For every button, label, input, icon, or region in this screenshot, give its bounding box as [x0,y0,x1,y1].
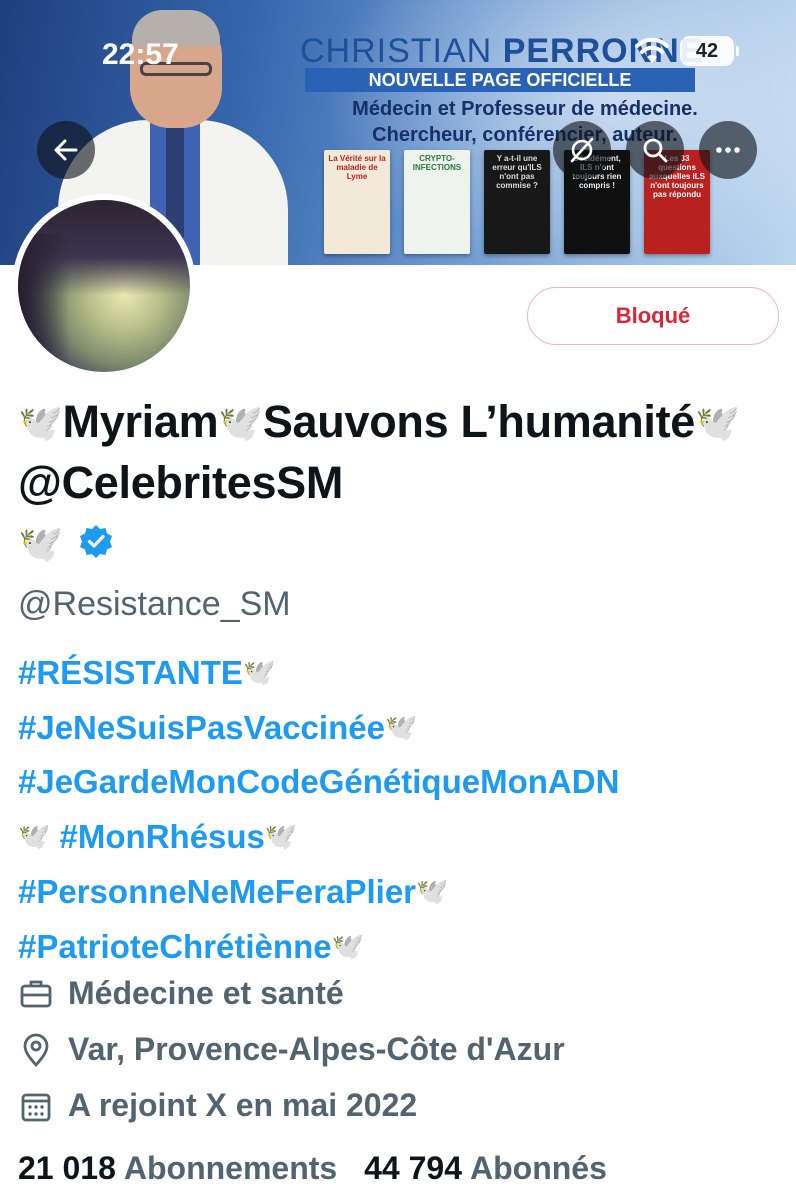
profile-location: Var, Provence-Alpes-Côte d'Azur [18,1031,565,1068]
book-cover: CRYPTO-INFECTIONS [404,150,470,254]
verified-badge-icon[interactable] [77,516,115,576]
avatar[interactable] [12,194,196,378]
user-handle: @Resistance_SM [18,585,291,623]
profile-joined-date: A rejoint X en mai 2022 [18,1087,417,1124]
dove-emoji: 🕊️ [331,931,364,961]
bio: #RÉSISTANTE🕊️ #JeNeSuisPasVaccinée🕊️ #Je… [18,645,788,974]
hashtag-link[interactable]: #JeGardeMonCodeGénétiqueMonADN [18,763,619,800]
dove-emoji: 🕊️ [264,821,298,851]
hashtag-link[interactable]: #JeNeSuisPasVaccinée [18,709,385,746]
book-cover: La Vérité sur la maladie de Lyme [324,150,390,254]
location-pin-icon [18,1032,54,1068]
followers-count: 44 794 [364,1150,462,1186]
dove-emoji: 🕊️ [416,876,449,906]
followers-link[interactable]: 44 794 Abonnés [364,1150,607,1186]
dove-emoji: 🕊️ [384,712,418,742]
more-icon [713,135,743,165]
dove-emoji: 🕊️ [18,523,63,564]
hashtag-link[interactable]: #RÉSISTANTE [18,654,243,691]
battery-icon: 42 [680,36,739,66]
following-link[interactable]: 21 018 Abonnements [18,1150,337,1186]
status-icons: 42 [634,36,739,66]
profile-category: Médecine et santé [18,975,344,1012]
wifi-icon [634,37,670,65]
dove-emoji: 🕊️ [218,402,263,443]
following-count: 21 018 [18,1150,116,1186]
book-cover: Y a-t-il une erreur qu'ILS n'ont pas com… [484,150,550,254]
hashtag-link[interactable]: #PatrioteChrétiènne [18,928,332,965]
dove-emoji: 🕊️ [695,402,740,443]
search-button[interactable] [626,121,684,179]
search-icon [640,135,670,165]
more-button[interactable] [699,121,757,179]
calendar-icon [18,1088,54,1124]
dove-emoji: 🕊️ [18,821,51,851]
following-label: Abonnements [123,1150,338,1186]
briefcase-icon [18,976,54,1012]
display-name: 🕊️Myriam🕊️Sauvons L’humanité🕊️@Celebrite… [18,392,788,576]
translate-off-icon [567,135,597,165]
blocked-button[interactable]: Bloqué [527,287,779,345]
followers-label: Abonnés [469,1150,607,1186]
back-button[interactable] [37,121,95,179]
dove-emoji: 🕊️ [242,657,276,687]
hashtag-link[interactable]: #MonRhésus [60,818,265,855]
avatar-photo [18,200,190,372]
translate-button[interactable] [553,121,611,179]
back-arrow-icon [52,136,80,164]
dove-emoji: 🕊️ [18,402,63,443]
status-time: 22:57 [102,38,179,71]
follow-stats: 21 018 Abonnements 44 794 Abonnés [18,1150,607,1187]
hashtag-link[interactable]: #PersonneNeMeFeraPlier [18,873,416,910]
banner-subtitle: NOUVELLE PAGE OFFICIELLE [305,68,695,92]
